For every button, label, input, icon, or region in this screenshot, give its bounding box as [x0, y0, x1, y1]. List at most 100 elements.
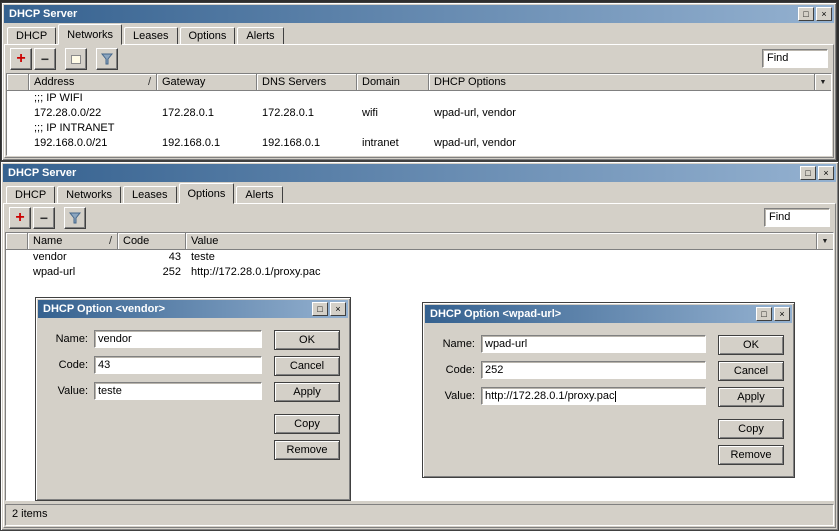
cell-gateway: 192.168.0.1	[162, 137, 221, 149]
column-select-button[interactable]: ▼	[814, 74, 831, 91]
copy-button[interactable]: Copy	[274, 414, 340, 434]
column-header-flags[interactable]	[6, 233, 28, 250]
name-label: Name:	[55, 333, 88, 345]
table-row-wpad-url[interactable]: wpad-url 252 http://172.28.0.1/proxy.pac	[6, 265, 833, 280]
find-input[interactable]: Find	[764, 208, 830, 227]
tab-dhcp[interactable]: DHCP	[6, 186, 56, 203]
table-row-network-intranet[interactable]: 192.168.0.0/21 192.168.0.1 192.168.0.1 i…	[7, 136, 831, 151]
close-icon: ×	[821, 8, 827, 19]
column-header-name[interactable]: Name /	[28, 233, 118, 250]
maximize-icon: □	[761, 308, 767, 319]
value-field[interactable]: teste	[94, 382, 262, 400]
maximize-button[interactable]: □	[798, 7, 814, 21]
close-icon: ×	[823, 167, 829, 178]
cell-domain: intranet	[362, 137, 399, 149]
apply-button[interactable]: Apply	[718, 387, 784, 407]
column-header-address[interactable]: Address /	[29, 74, 157, 91]
name-field[interactable]: vendor	[94, 330, 262, 348]
close-button[interactable]: ×	[330, 302, 346, 316]
maximize-button[interactable]: □	[800, 166, 816, 180]
code-field[interactable]: 252	[481, 361, 706, 379]
cancel-button[interactable]: Cancel	[274, 356, 340, 376]
window-controls: □ ×	[800, 166, 834, 180]
comment-button[interactable]	[65, 48, 87, 70]
cell-address: 192.168.0.0/21	[34, 137, 108, 149]
value-field[interactable]: http://172.28.0.1/proxy.pac	[481, 387, 706, 405]
cancel-button[interactable]: Cancel	[718, 361, 784, 381]
close-button[interactable]: ×	[774, 307, 790, 321]
ok-button[interactable]: OK	[274, 330, 340, 350]
remove-button[interactable]: Remove	[718, 445, 784, 465]
tab-dhcp[interactable]: DHCP	[7, 27, 57, 44]
networks-window-title: DHCP Server	[9, 8, 78, 20]
cell-dns-servers: 192.168.0.1	[262, 137, 321, 149]
remove-button[interactable]: −	[34, 48, 56, 70]
options-tab-strip: DHCP Networks Leases Options Alerts	[3, 182, 836, 204]
tab-alerts[interactable]: Alerts	[237, 27, 284, 44]
code-field-row: Code: 252	[437, 361, 706, 379]
close-button[interactable]: ×	[816, 7, 832, 21]
cell-code: 43	[168, 251, 181, 263]
options-window-titlebar[interactable]: DHCP Server □ ×	[3, 164, 836, 182]
cell-dns-servers: 172.28.0.1	[262, 107, 314, 119]
maximize-button[interactable]: □	[312, 302, 328, 316]
name-field[interactable]: wpad-url	[481, 335, 706, 353]
tab-alerts[interactable]: Alerts	[236, 186, 283, 203]
table-row-vendor[interactable]: vendor 43 teste	[6, 250, 833, 265]
apply-button[interactable]: Apply	[274, 382, 340, 402]
filter-icon	[69, 212, 81, 224]
networks-toolbar: + − Find	[5, 45, 833, 73]
name-field-row: Name: wpad-url	[437, 335, 706, 353]
table-row-network-wifi[interactable]: 172.28.0.0/22 172.28.0.1 172.28.0.1 wifi…	[7, 106, 831, 121]
copy-button[interactable]: Copy	[718, 419, 784, 439]
column-select-button[interactable]: ▼	[816, 233, 833, 250]
text-caret	[615, 390, 617, 402]
column-header-dns-servers[interactable]: DNS Servers	[257, 74, 357, 91]
wpad-dialog-titlebar[interactable]: DHCP Option <wpad-url> □ ×	[425, 305, 792, 323]
value-field-row: Value: http://172.28.0.1/proxy.pac	[437, 387, 706, 405]
code-field[interactable]: 43	[94, 356, 262, 374]
close-button[interactable]: ×	[818, 166, 834, 180]
column-header-flags[interactable]	[7, 74, 29, 91]
options-toolbar: + − Find	[4, 204, 835, 232]
tab-networks[interactable]: Networks	[57, 186, 122, 203]
tab-leases[interactable]: Leases	[124, 27, 178, 44]
filter-button[interactable]	[96, 48, 118, 70]
filter-button[interactable]	[64, 207, 86, 229]
cell-dhcp-options: wpad-url, vendor	[434, 107, 516, 119]
add-button[interactable]: +	[9, 207, 31, 229]
name-label: Name:	[442, 338, 475, 350]
add-button[interactable]: +	[10, 48, 32, 70]
vendor-dialog-title: DHCP Option <vendor>	[43, 303, 166, 315]
vendor-dialog-titlebar[interactable]: DHCP Option <vendor> □ ×	[38, 300, 348, 318]
remove-button[interactable]: Remove	[274, 440, 340, 460]
table-row-comment-intranet[interactable]: ;;; IP INTRANET	[7, 121, 831, 136]
filter-icon	[101, 53, 113, 65]
maximize-button[interactable]: □	[756, 307, 772, 321]
tab-options[interactable]: Options	[179, 27, 236, 44]
column-header-value[interactable]: Value	[186, 233, 833, 250]
cell-name: wpad-url	[33, 266, 76, 278]
dhcp-server-networks-window: DHCP Server □ × DHCP Networks Leases Opt…	[1, 2, 837, 161]
wpad-dialog-fields: Name: wpad-url Code: 252 Value: http://1…	[437, 335, 706, 475]
wpad-dialog-buttons: OK Cancel Apply Copy Remove	[718, 335, 784, 475]
tab-networks[interactable]: Networks	[58, 24, 123, 45]
column-header-dhcp-options[interactable]: DHCP Options	[429, 74, 831, 91]
value-field-row: Value: teste	[50, 382, 262, 400]
column-header-domain[interactable]: Domain	[357, 74, 429, 91]
items-count: 2 items	[12, 508, 48, 520]
ok-button[interactable]: OK	[718, 335, 784, 355]
remove-icon: −	[40, 51, 50, 67]
tab-leases[interactable]: Leases	[123, 186, 177, 203]
cell-address: 172.28.0.0/22	[34, 107, 102, 119]
tab-options[interactable]: Options	[178, 183, 235, 204]
networks-panel: + − Find Address / Gateway DNS Servers D…	[4, 44, 834, 158]
cell-value: http://172.28.0.1/proxy.pac	[191, 266, 321, 278]
table-row-comment-wifi[interactable]: ;;; IP WIFI	[7, 91, 831, 106]
cell-code: 252	[162, 266, 181, 278]
find-input[interactable]: Find	[762, 49, 828, 68]
remove-button[interactable]: −	[33, 207, 55, 229]
networks-window-titlebar[interactable]: DHCP Server □ ×	[4, 5, 834, 23]
column-header-gateway[interactable]: Gateway	[157, 74, 257, 91]
column-header-code[interactable]: Code	[118, 233, 186, 250]
